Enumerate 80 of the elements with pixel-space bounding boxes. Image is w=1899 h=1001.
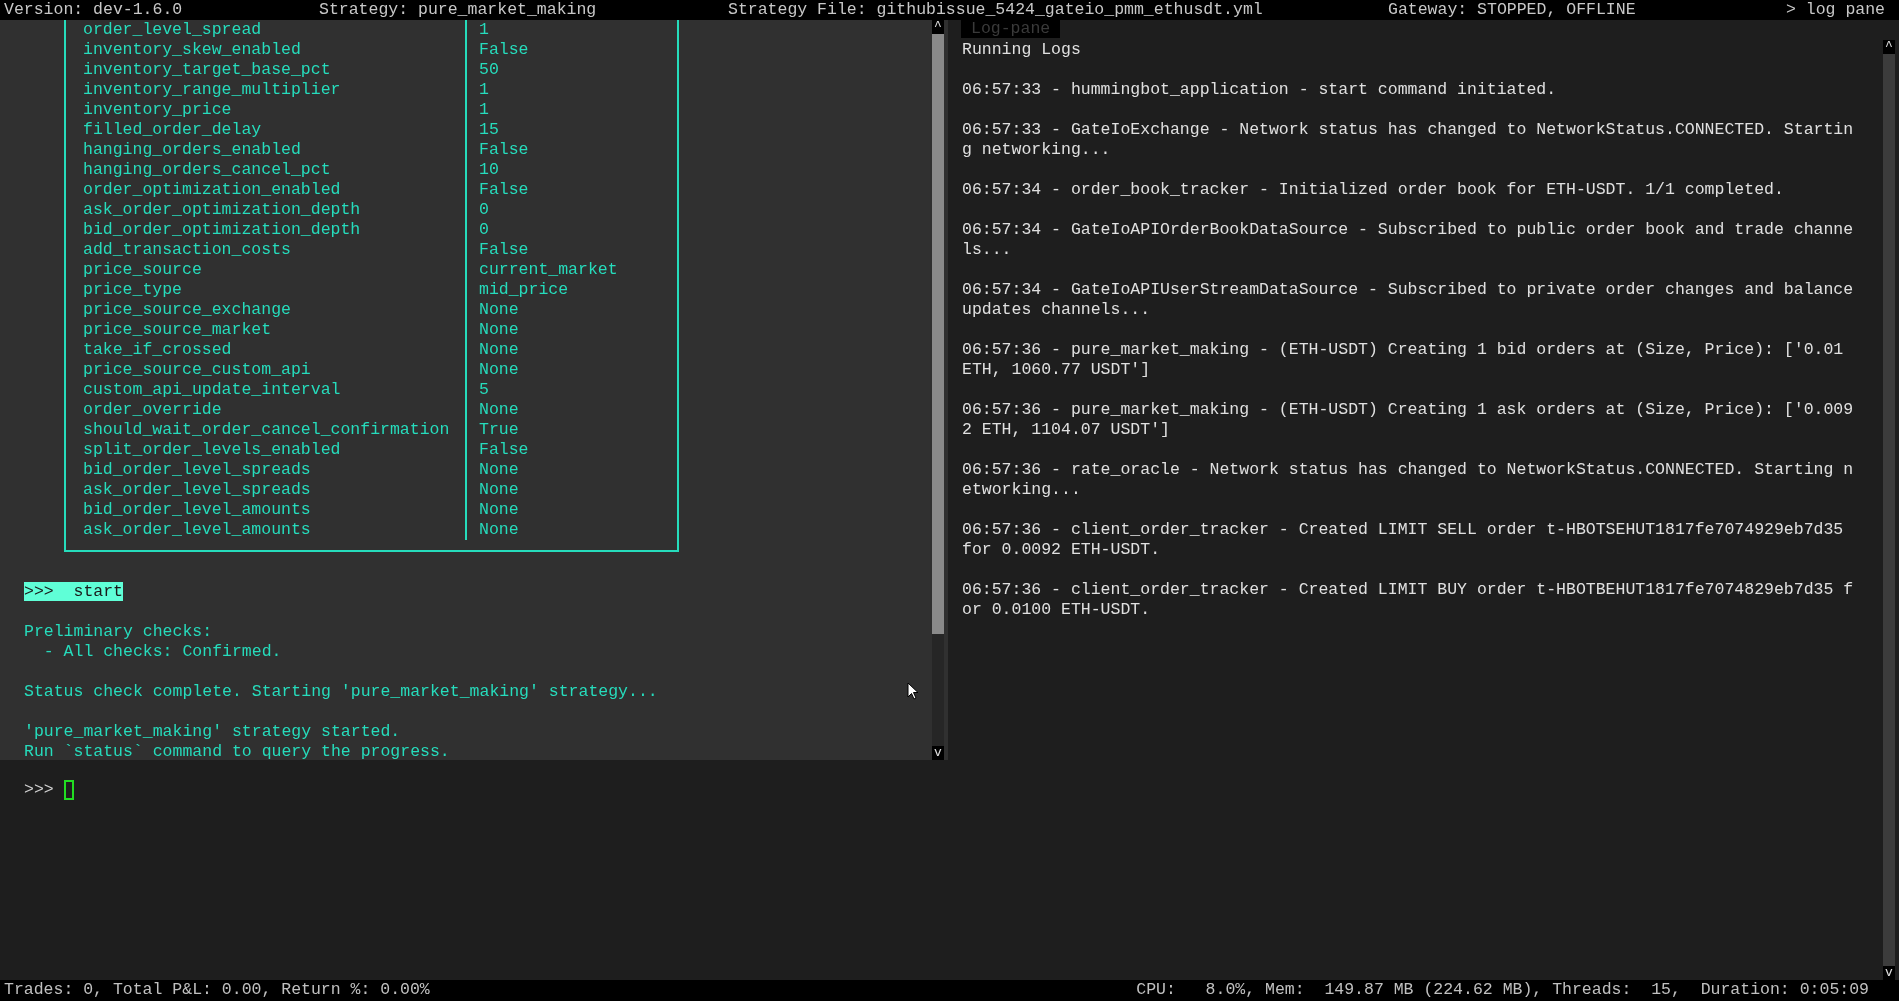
config-value: False <box>478 40 529 60</box>
config-value: None <box>478 340 519 360</box>
config-name: add_transaction_costs <box>66 240 467 260</box>
log-entry: 06:57:33 - GateIoExchange - Network status has changed to NetworkStatus.CONNECTED. Starting networking... <box>962 120 1855 160</box>
config-value: None <box>478 480 519 500</box>
log-entry: 06:57:34 - order_book_tracker - Initialized order book for ETH-USDT. 1/1 completed. <box>962 180 1785 200</box>
entered-command: >>> start <box>24 582 124 601</box>
log-entry: 06:57:34 - GateIoAPIUserStreamDataSource - Subscribed to private order changes and balance updates channels... <box>962 280 1855 320</box>
config-value: None <box>478 460 519 480</box>
output-message: Preliminary checks: - All checks: Confirmed. <box>24 622 282 662</box>
status-item: Strategy: pure_market_making <box>319 0 597 19</box>
config-value: False <box>478 240 529 260</box>
config-value: 1 <box>478 20 489 40</box>
log-entry: 06:57:36 - client_order_tracker - Created LIMIT SELL order t-HBOTSEHUT1817fe7074929eb7d35 for 0.0092 ETH-USDT. <box>962 520 1845 560</box>
config-name: hanging_orders_enabled <box>66 140 467 160</box>
output-message: 'pure_market_making' strategy started. Run `status` command to query the progress. <box>24 722 450 762</box>
status-item: Version: dev-1.6.0 <box>4 0 183 19</box>
input-prompt: >>> <box>24 780 54 800</box>
config-name: bid_order_level_spreads <box>66 460 467 480</box>
log-entry: 06:57:36 - rate_oracle - Network status has changed to NetworkStatus.CONNECTED. Starting networking... <box>962 460 1855 500</box>
pane-label: Log-pane <box>961 20 1061 38</box>
log-entry: 06:57:36 - pure_market_making - (ETH-USDT) Creating 1 bid orders at (Size, Price): ['0.01 ETH, 1060.77 USDT'] <box>962 340 1845 380</box>
config-name: filled_order_delay <box>66 120 467 140</box>
config-name: inventory_skew_enabled <box>66 40 467 60</box>
config-name: price_source <box>66 260 467 280</box>
config-value: 1 <box>478 100 489 120</box>
config-name: inventory_price <box>66 100 467 120</box>
config-value: None <box>478 400 519 420</box>
config-name: ask_order_level_spreads <box>66 480 467 500</box>
config-value: True <box>478 420 519 440</box>
config-value: current_market <box>478 260 618 280</box>
config-name: order_override <box>66 400 467 420</box>
scroll-thumb[interactable] <box>932 34 944 634</box>
config-name: price_source_exchange <box>66 300 467 320</box>
config-value: False <box>478 140 529 160</box>
config-value: False <box>478 440 529 460</box>
config-value: 0 <box>478 220 489 240</box>
config-name: bid_order_level_amounts <box>66 500 467 520</box>
config-name: price_source_custom_api <box>66 360 467 380</box>
config-name: price_source_market <box>66 320 467 340</box>
mouse-pointer-icon <box>907 682 919 701</box>
config-name: split_order_levels_enabled <box>66 440 467 460</box>
status-item: Strategy File: githubissue_5424_gateio_pmm_ethusdt.yml <box>728 0 1263 19</box>
text-cursor <box>63 780 74 800</box>
trade-stats: Trades: 0, Total P&L: 0.00, Return %: 0.00% <box>4 980 430 1001</box>
config-name: should_wait_order_cancel_confirmation <box>66 420 467 440</box>
config-value: None <box>478 500 519 520</box>
config-name: order_optimization_enabled <box>66 180 467 200</box>
config-name: take_if_crossed <box>66 340 467 360</box>
output-message: Status check complete. Starting 'pure_market_making' strategy... <box>24 682 658 702</box>
config-name: ask_order_level_amounts <box>66 520 467 540</box>
log-entry: 06:57:33 - hummingbot_application - start command initiated. <box>962 80 1558 100</box>
log-entry: 06:57:34 - GateIoAPIOrderBookDataSource - Subscribed to public order book and trade channels... <box>962 220 1855 260</box>
config-value: None <box>478 360 519 380</box>
config-value: 10 <box>478 160 499 180</box>
status-item: Gateway: STOPPED, OFFLINE <box>1388 0 1636 19</box>
log-title: Running Logs <box>962 40 1082 60</box>
log-entry: 06:57:36 - client_order_tracker - Created LIMIT BUY order t-HBOTBEHUT1817fe7074829eb7d35 for 0.0100 ETH-USDT. <box>962 580 1855 620</box>
config-name: order_level_spread <box>66 20 467 40</box>
config-value: 5 <box>478 380 489 400</box>
scrollbar[interactable]: ^ v <box>932 20 944 760</box>
config-value: mid_price <box>478 280 569 300</box>
config-value: 15 <box>478 120 499 140</box>
config-name: inventory_target_base_pct <box>66 60 467 80</box>
log-entry: 06:57:36 - pure_market_making - (ETH-USDT) Creating 1 ask orders at (Size, Price): ['0.0092 ETH, 1104.07 USDT'] <box>962 400 1855 440</box>
config-name: price_type <box>66 280 467 300</box>
config-value: 0 <box>478 200 489 220</box>
log-pane-toggle[interactable]: > log pane <box>1785 0 1885 20</box>
config-value: None <box>478 300 519 320</box>
config-name: inventory_range_multiplier <box>66 80 467 100</box>
system-stats: CPU: 8.0%, Mem: 149.87 MB (224.62 MB), Threads: 15, Duration: 0:05:09 <box>1136 980 1869 1001</box>
config-value: None <box>478 520 519 540</box>
config-value: None <box>478 320 519 340</box>
config-name: ask_order_optimization_depth <box>66 200 467 220</box>
config-value: 1 <box>478 80 489 100</box>
config-name: hanging_orders_cancel_pct <box>66 160 467 180</box>
config-value: 50 <box>478 60 499 80</box>
config-name: bid_order_optimization_depth <box>66 220 467 240</box>
config-name: custom_api_update_interval <box>66 380 467 400</box>
config-value: False <box>478 180 529 200</box>
